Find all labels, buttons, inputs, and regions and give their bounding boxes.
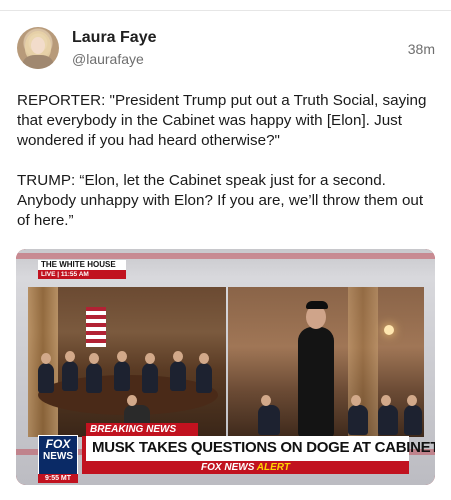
author-handle[interactable]: @laurafaye: [72, 51, 144, 67]
location-tag-title: THE WHITE HOUSE: [38, 260, 126, 270]
lamp-light: [384, 325, 394, 335]
post-media-video[interactable]: THE WHITE HOUSE LIVE | 11:55 AM FOX NEWS…: [16, 249, 435, 485]
post-paragraph: TRUMP: “Elon, let the Cabinet speak just…: [17, 172, 424, 229]
news-lower-third: FOX NEWS 9:55 MT BREAKING NEWS MUSK TAKE…: [16, 421, 435, 485]
cabinet-room-scene: [28, 287, 226, 437]
fox-news-logo: FOX NEWS: [38, 435, 78, 475]
flag-image: [86, 307, 106, 347]
post-paragraph: REPORTER: "President Trump put out a Tru…: [17, 92, 427, 149]
alert-bar: FOX NEWS ALERT: [82, 461, 409, 474]
location-tag: THE WHITE HOUSE LIVE | 11:55 AM: [38, 260, 126, 279]
speaker-scene: [228, 287, 424, 437]
alert-brand: FOX NEWS: [201, 462, 255, 473]
post-header: Laura Faye @laurafaye 38m: [17, 27, 437, 73]
author-avatar[interactable]: [17, 27, 59, 69]
post-timestamp[interactable]: 38m: [408, 41, 435, 57]
breaking-news-label: BREAKING NEWS: [86, 423, 198, 436]
headline-bar: MUSK TAKES QUESTIONS ON DOGE AT CABINET …: [82, 436, 435, 461]
live-tag: LIVE | 11:55 AM: [38, 270, 126, 279]
headline-text: MUSK TAKES QUESTIONS ON DOGE AT CABINET …: [92, 439, 435, 456]
broadcast-clock: 9:55 MT: [38, 474, 78, 483]
top-divider: [0, 10, 451, 11]
alert-word: ALERT: [256, 462, 290, 473]
post-body: REPORTER: "President Trump put out a Tru…: [17, 91, 437, 251]
author-name[interactable]: Laura Faye: [72, 29, 156, 47]
